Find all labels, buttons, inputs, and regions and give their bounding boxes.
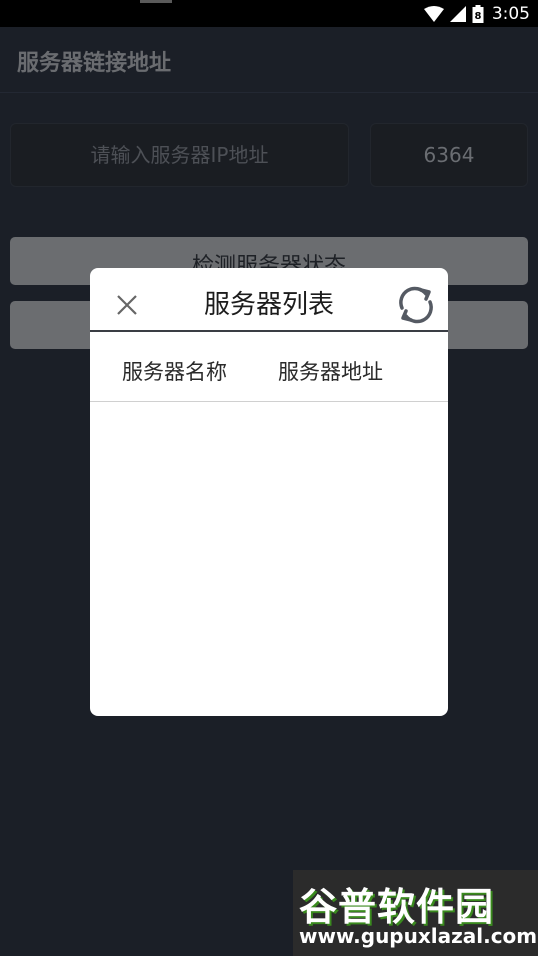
signal-icon: [449, 6, 466, 22]
watermark-logo: 谷普软件园 www.gupuxlazal.com: [293, 870, 538, 956]
wifi-icon: [423, 6, 444, 22]
watermark-brand: 谷普软件园: [299, 885, 495, 929]
battery-level: 8: [474, 11, 481, 22]
page-title: 服务器链接地址: [17, 51, 172, 76]
server-ip-input[interactable]: [10, 123, 349, 187]
battery-icon: 8: [472, 5, 484, 23]
status-icons: 8 3:05: [423, 3, 530, 25]
watermark-url: www.gupuxlazal.com: [299, 924, 538, 948]
status-time: 3:05: [491, 4, 530, 24]
server-port-input[interactable]: [370, 123, 528, 187]
server-list[interactable]: [90, 403, 448, 716]
status-notch: [140, 0, 172, 3]
status-bar: 8 3:05: [0, 0, 538, 27]
dialog-header: 服务器列表: [90, 268, 448, 332]
refresh-icon[interactable]: [393, 282, 439, 328]
column-header-server-name: 服务器名称: [122, 360, 227, 384]
table-header: 服务器名称 服务器地址: [90, 332, 448, 402]
column-header-server-address: 服务器地址: [278, 360, 383, 384]
app-bar: 服务器链接地址: [0, 27, 538, 93]
server-list-dialog: 服务器列表 服务器名称 服务器地址: [90, 268, 448, 716]
